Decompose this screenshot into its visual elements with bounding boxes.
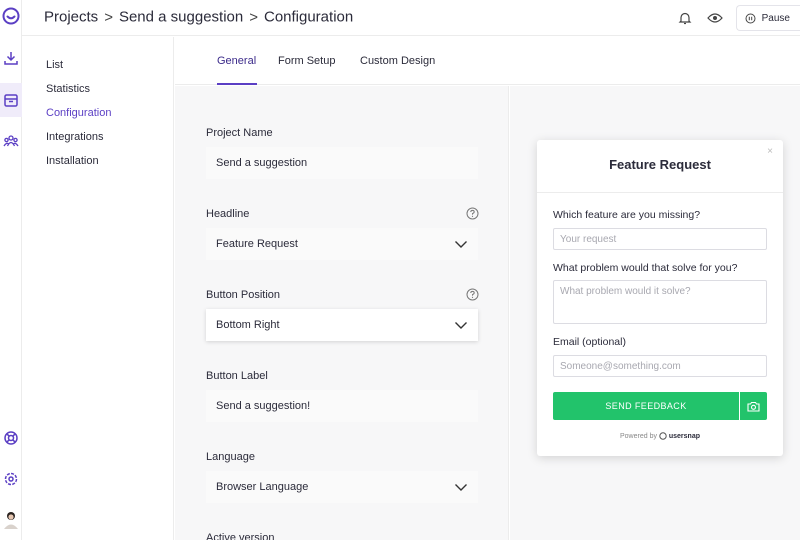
chevron-down-icon [455, 241, 467, 248]
subnav-item-statistics[interactable]: Statistics [46, 83, 90, 95]
download-icon[interactable] [2, 49, 20, 67]
settings-icon[interactable] [2, 470, 20, 488]
icon-rail [0, 0, 22, 540]
bell-icon[interactable] [676, 9, 694, 27]
breadcrumb-current-page: Configuration [263, 8, 354, 26]
top-actions: Pause [676, 0, 800, 36]
widget-problem-textarea[interactable]: What problem would it solve? [553, 280, 767, 324]
powered-by-brand[interactable]: usersnap [669, 433, 700, 440]
headline-value: Feature Request [216, 238, 298, 250]
powered-by: Powered by usersnap [537, 432, 783, 440]
user-avatar[interactable] [2, 510, 20, 529]
breadcrumb-projects[interactable]: Projects [44, 9, 98, 26]
widget-question-feature: Which feature are you missing? [553, 209, 701, 221]
language-value: Browser Language [216, 481, 309, 493]
project-subnav: List Statistics Configuration Integratio… [22, 37, 174, 540]
project-name-input[interactable]: Send a suggestion [206, 147, 478, 179]
close-icon[interactable]: × [767, 146, 773, 157]
button-label-input[interactable]: Send a suggestion! [206, 390, 478, 422]
widget-divider [537, 192, 783, 193]
widget-question-problem: What problem would that solve for you? [553, 262, 738, 274]
config-tabs: General Form Setup Custom Design [175, 37, 800, 85]
powered-by-label: Powered by [620, 432, 657, 440]
pause-label: Pause [761, 12, 790, 24]
project-name-label: Project Name [206, 127, 273, 139]
language-label: Language [206, 451, 255, 463]
breadcrumb-separator: > [249, 8, 258, 26]
general-settings-form: Project Name Send a suggestion Headline … [175, 86, 509, 540]
widget-email-label: Email (optional) [553, 336, 626, 348]
team-icon[interactable] [2, 132, 20, 150]
usersnap-logo-icon [659, 432, 667, 440]
breadcrumb-project[interactable]: Send a suggestion [119, 9, 243, 26]
button-position-select[interactable]: Bottom Right [206, 309, 478, 341]
breadcrumb: Projects > Send a suggestion > Configuration [44, 8, 353, 26]
button-position-value: Bottom Right [216, 319, 280, 331]
subnav-item-integrations[interactable]: Integrations [46, 131, 103, 143]
subnav-item-installation[interactable]: Installation [46, 155, 99, 167]
subnav-item-configuration[interactable]: Configuration [46, 107, 111, 119]
button-position-help-icon[interactable] [466, 288, 479, 301]
help-lifebuoy-icon[interactable] [2, 429, 20, 447]
language-select[interactable]: Browser Language [206, 471, 478, 503]
active-version-label: Active version [206, 532, 275, 540]
headline-label: Headline [206, 208, 250, 220]
camera-icon [747, 401, 760, 412]
tab-form-setup[interactable]: Form Setup [278, 55, 335, 67]
button-label-label: Button Label [206, 370, 268, 382]
eye-icon[interactable] [706, 9, 724, 27]
widget-title: Feature Request [609, 157, 711, 172]
subnav-item-list[interactable]: List [46, 59, 63, 71]
widget-request-input[interactable]: Your request [553, 228, 767, 250]
breadcrumb-separator: > [104, 8, 113, 26]
logo-icon[interactable] [2, 7, 20, 25]
button-position-label: Button Position [206, 289, 280, 301]
headline-select[interactable]: Feature Request [206, 228, 478, 260]
chevron-down-icon [455, 322, 467, 329]
tab-custom-design[interactable]: Custom Design [360, 55, 435, 67]
active-tab-indicator [217, 83, 257, 85]
inbox-icon[interactable] [0, 83, 22, 117]
feedback-widget-preview: × Feature Request Which feature are you … [537, 140, 783, 456]
widget-email-input[interactable]: Someone@something.com [553, 355, 767, 377]
pause-icon [745, 13, 756, 23]
pause-button[interactable]: Pause [735, 5, 800, 31]
headline-help-icon[interactable] [466, 207, 479, 220]
chevron-down-icon [455, 484, 467, 491]
top-bar: Projects > Send a suggestion > Configuration… [22, 0, 800, 36]
tab-general[interactable]: General [217, 55, 256, 67]
send-feedback-button[interactable]: SEND FEEDBACK [553, 392, 739, 420]
screenshot-button[interactable] [740, 392, 767, 420]
